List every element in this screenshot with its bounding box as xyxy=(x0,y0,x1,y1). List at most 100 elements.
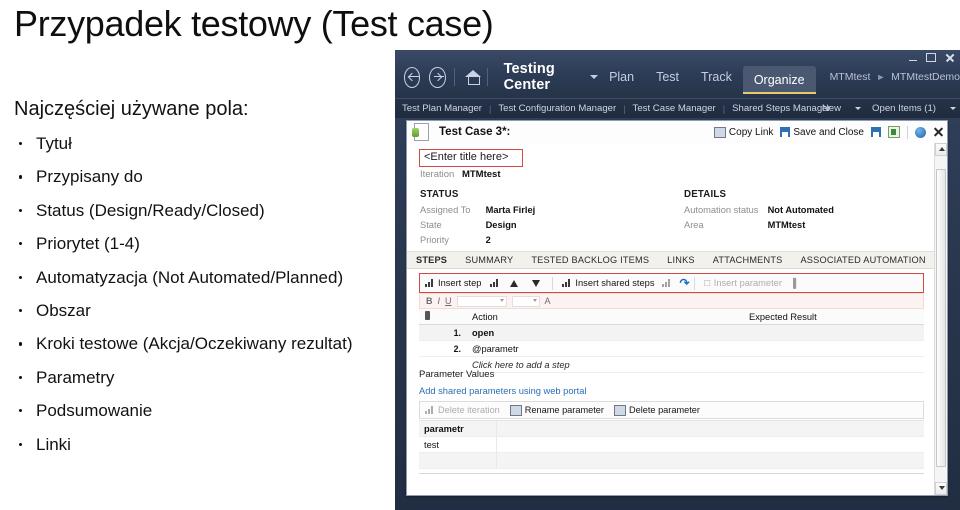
list-item-label: Parametry xyxy=(36,367,115,387)
tab-track[interactable]: Track xyxy=(690,70,743,84)
assigned-to-value[interactable]: Marta Firlej xyxy=(486,205,536,215)
font-family-select[interactable] xyxy=(456,295,507,307)
delete-parameter-button[interactable]: Delete parameter xyxy=(609,404,705,416)
add-step-hint[interactable]: Click here to add a step xyxy=(465,360,743,370)
home-icon[interactable] xyxy=(464,70,481,85)
priority-value[interactable]: 2 xyxy=(486,235,491,245)
insert-parameter-button[interactable]: ☐ Insert parameter xyxy=(699,278,787,288)
close-icon[interactable] xyxy=(933,127,943,137)
automation-status-value[interactable]: Not Automated xyxy=(768,205,834,215)
list-item: Linki xyxy=(14,434,399,456)
iteration-label: Iteration xyxy=(420,169,455,180)
parameter-value[interactable] xyxy=(496,437,924,452)
save-and-close-label: Save and Close xyxy=(793,126,864,138)
divider xyxy=(453,68,455,86)
parameter-name[interactable]: test xyxy=(419,440,496,450)
breadcrumb-plan[interactable]: MTMtestDemo xyxy=(891,71,960,83)
breadcrumb-project[interactable]: MTMtest xyxy=(830,71,871,83)
iteration-value[interactable]: MTMtest xyxy=(462,169,501,180)
divider xyxy=(419,473,924,478)
tab-attachments[interactable]: ATTACHMENTS xyxy=(704,255,792,265)
scroll-down-icon[interactable] xyxy=(935,482,947,495)
tab-summary[interactable]: SUMMARY xyxy=(456,255,522,265)
insert-shared-steps-button[interactable]: Insert shared steps xyxy=(557,278,659,288)
insert-step-button[interactable]: Insert step xyxy=(420,278,486,288)
tab-links[interactable]: LINKS xyxy=(658,255,704,265)
parameter-value[interactable] xyxy=(496,453,924,468)
chevron-down-icon[interactable] xyxy=(855,107,862,110)
scrollbar-thumb[interactable] xyxy=(936,169,946,467)
vertical-scrollbar[interactable] xyxy=(934,143,947,495)
chevron-down-icon[interactable] xyxy=(590,75,599,79)
area-value[interactable]: MTMtest xyxy=(768,220,806,230)
move-up-icon[interactable] xyxy=(510,279,519,287)
link-test-plan-manager[interactable]: Test Plan Manager xyxy=(395,103,489,114)
bullet-dot xyxy=(19,242,23,246)
font-color-icon[interactable]: A xyxy=(545,296,551,306)
table-row[interactable]: parametr xyxy=(419,421,924,437)
save-and-close-button[interactable]: Save and Close xyxy=(780,127,864,138)
parameter-toolbar: Delete iteration Rename parameter Delete… xyxy=(419,401,924,419)
table-row[interactable]: 1. open xyxy=(419,325,924,341)
state-value[interactable]: Design xyxy=(486,220,517,230)
add-shared-parameters-link[interactable]: Add shared parameters using web portal xyxy=(419,386,924,396)
divider xyxy=(486,68,488,86)
italic-icon[interactable]: I xyxy=(438,296,441,306)
link-test-case-manager[interactable]: Test Case Manager xyxy=(626,103,723,114)
tab-plan[interactable]: Plan xyxy=(598,70,645,84)
edit-shared-steps-icon[interactable] xyxy=(661,279,672,287)
field-list: Tytuł Przypisany do Status (Design/Ready… xyxy=(14,133,399,467)
manager-bar-right: New Open Items (1) xyxy=(815,99,956,118)
step-action[interactable]: @parametr xyxy=(465,344,743,354)
parameter-grid: parametr test xyxy=(419,420,924,469)
refresh-icon[interactable] xyxy=(888,126,900,138)
link-test-configuration-manager[interactable]: Test Configuration Manager xyxy=(491,103,623,114)
delete-iteration-button[interactable]: Delete iteration xyxy=(420,405,505,415)
window-titlebar: Testing Center Plan Test Track Organize … xyxy=(395,50,960,98)
table-row[interactable]: 2. @parametr xyxy=(419,341,924,357)
tab-organize[interactable]: Organize xyxy=(742,66,816,94)
app-navigation: Testing Center Plan Test Track Organize … xyxy=(395,60,960,94)
insert-step-label: Insert step xyxy=(438,278,482,288)
font-size-select[interactable] xyxy=(511,295,540,307)
open-items-menu[interactable]: Open Items (1) xyxy=(865,103,943,114)
parameter-name[interactable]: parametr xyxy=(419,424,496,434)
bold-icon[interactable]: B xyxy=(426,296,433,306)
tab-steps[interactable]: STEPS xyxy=(407,255,456,265)
save-icon[interactable] xyxy=(871,127,881,137)
bullet-dot xyxy=(19,175,23,179)
delete-step-icon[interactable] xyxy=(490,279,500,287)
rename-parameter-button[interactable]: Rename parameter xyxy=(505,404,609,416)
test-case-tabs: STEPS SUMMARY TESTED BACKLOG ITEMS LINKS… xyxy=(407,251,934,269)
underline-icon[interactable]: U xyxy=(445,296,452,306)
priority-label: Priority xyxy=(420,235,449,245)
list-item-label: Obszar xyxy=(36,300,91,320)
step-action[interactable]: open xyxy=(465,328,743,338)
redo-icon[interactable]: ↷ xyxy=(680,276,690,290)
new-menu[interactable]: New xyxy=(815,103,848,114)
tab-associated-automation[interactable]: ASSOCIATED AUTOMATION xyxy=(791,255,934,265)
parameter-value[interactable] xyxy=(496,421,924,436)
move-down-icon[interactable] xyxy=(532,279,541,287)
parameter-pin-icon[interactable]: ▌ xyxy=(793,278,799,288)
test-case-fields: <Enter title here> Iteration MTMtest STA… xyxy=(407,143,934,495)
manager-bar: Test Plan Manager | Test Configuration M… xyxy=(395,98,960,118)
scroll-up-icon[interactable] xyxy=(935,143,947,156)
steps-toolbar: Insert step Insert shared steps ↷ ☐ Inse… xyxy=(419,273,924,293)
list-item: Priorytet (1-4) xyxy=(14,233,399,255)
list-item: Obszar xyxy=(14,300,399,322)
tab-tested-backlog-items[interactable]: TESTED BACKLOG ITEMS xyxy=(522,255,658,265)
back-icon[interactable] xyxy=(404,66,421,88)
copy-link-button[interactable]: Copy Link xyxy=(713,126,773,138)
slide-root: Przypadek testowy (Test case) Najczęście… xyxy=(0,0,960,510)
table-row[interactable]: test xyxy=(419,437,924,453)
title-input[interactable]: <Enter title here> xyxy=(419,149,523,167)
delete-parameter-icon xyxy=(613,404,626,416)
help-icon[interactable] xyxy=(915,126,926,138)
table-row[interactable] xyxy=(419,453,924,469)
bullet-dot xyxy=(19,208,23,212)
lead-text: Najczęściej używane pola: xyxy=(14,98,249,120)
tab-test[interactable]: Test xyxy=(645,70,690,84)
chevron-down-icon[interactable] xyxy=(950,107,956,110)
forward-icon[interactable] xyxy=(429,66,446,88)
